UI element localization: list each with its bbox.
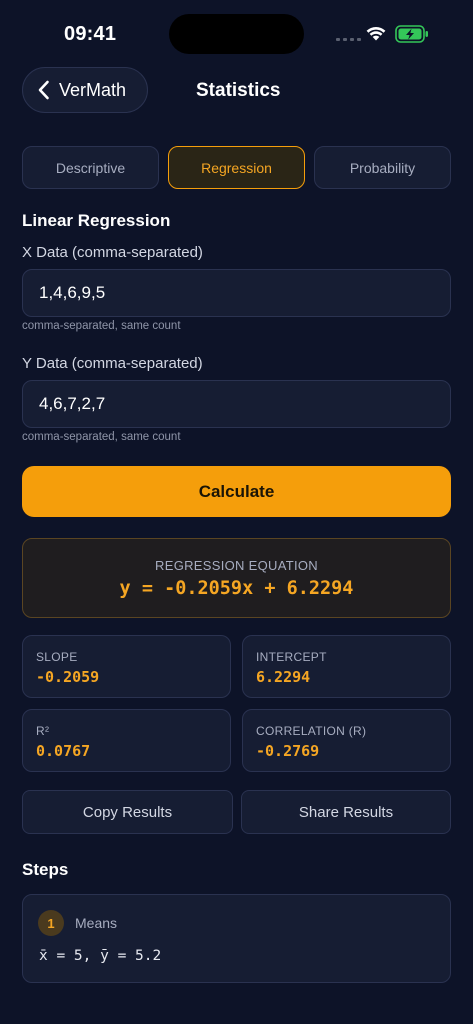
share-results-button[interactable]: Share Results <box>241 790 451 834</box>
slope-value: -0.2059 <box>36 668 100 686</box>
section-title: Linear Regression <box>22 211 171 230</box>
step-card: 1 Means x̄ = 5, ȳ = 5.2 <box>22 894 451 983</box>
regression-equation-value: y = -0.2059x + 6.2294 <box>119 578 354 599</box>
tab-descriptive[interactable]: Descriptive <box>22 146 159 189</box>
tab-probability[interactable]: Probability <box>314 146 451 189</box>
dynamic-island <box>169 14 304 54</box>
status-time: 09:41 <box>64 23 117 45</box>
step-title: Means <box>75 915 118 931</box>
steps-title: Steps <box>22 860 69 879</box>
step-expression: x̄ = 5, ȳ = 5.2 <box>39 948 162 964</box>
r-squared-value: 0.0767 <box>36 742 91 760</box>
y-data-input[interactable] <box>22 380 451 428</box>
step-number-badge: 1 <box>38 910 64 936</box>
regression-equation-card: REGRESSION EQUATION y = -0.2059x + 6.229… <box>22 538 451 618</box>
y-data-hint: comma-separated, same count <box>22 431 181 443</box>
correlation-card: CORRELATION (R) -0.2769 <box>242 709 451 772</box>
copy-results-button[interactable]: Copy Results <box>22 790 233 834</box>
slope-card: SLOPE -0.2059 <box>22 635 231 698</box>
battery-charging-icon <box>395 25 428 43</box>
slope-label: SLOPE <box>36 650 78 664</box>
x-data-input[interactable] <box>22 269 451 317</box>
back-button[interactable]: VerMath <box>22 67 148 113</box>
page-title: Statistics <box>196 80 281 101</box>
intercept-value: 6.2294 <box>256 668 311 686</box>
correlation-label: CORRELATION (R) <box>256 724 367 738</box>
intercept-card: INTERCEPT 6.2294 <box>242 635 451 698</box>
r-squared-card: R² 0.0767 <box>22 709 231 772</box>
intercept-label: INTERCEPT <box>256 650 327 664</box>
correlation-value: -0.2769 <box>256 742 320 760</box>
r-squared-label: R² <box>36 724 50 738</box>
calculate-button[interactable]: Calculate <box>22 466 451 517</box>
back-button-label: VerMath <box>59 79 127 100</box>
y-data-label: Y Data (comma-separated) <box>22 355 203 372</box>
status-bar: 09:41 <box>0 0 473 64</box>
chevron-left-icon <box>38 80 49 100</box>
wifi-icon <box>366 26 386 41</box>
x-data-hint: comma-separated, same count <box>22 320 181 332</box>
regression-equation-label: REGRESSION EQUATION <box>155 558 318 573</box>
screen: 09:41 VerMath Statistics Descriptive Reg… <box>0 0 473 1024</box>
cellular-signal-icon <box>336 38 361 41</box>
tab-regression[interactable]: Regression <box>168 146 305 189</box>
x-data-label: X Data (comma-separated) <box>22 244 203 261</box>
